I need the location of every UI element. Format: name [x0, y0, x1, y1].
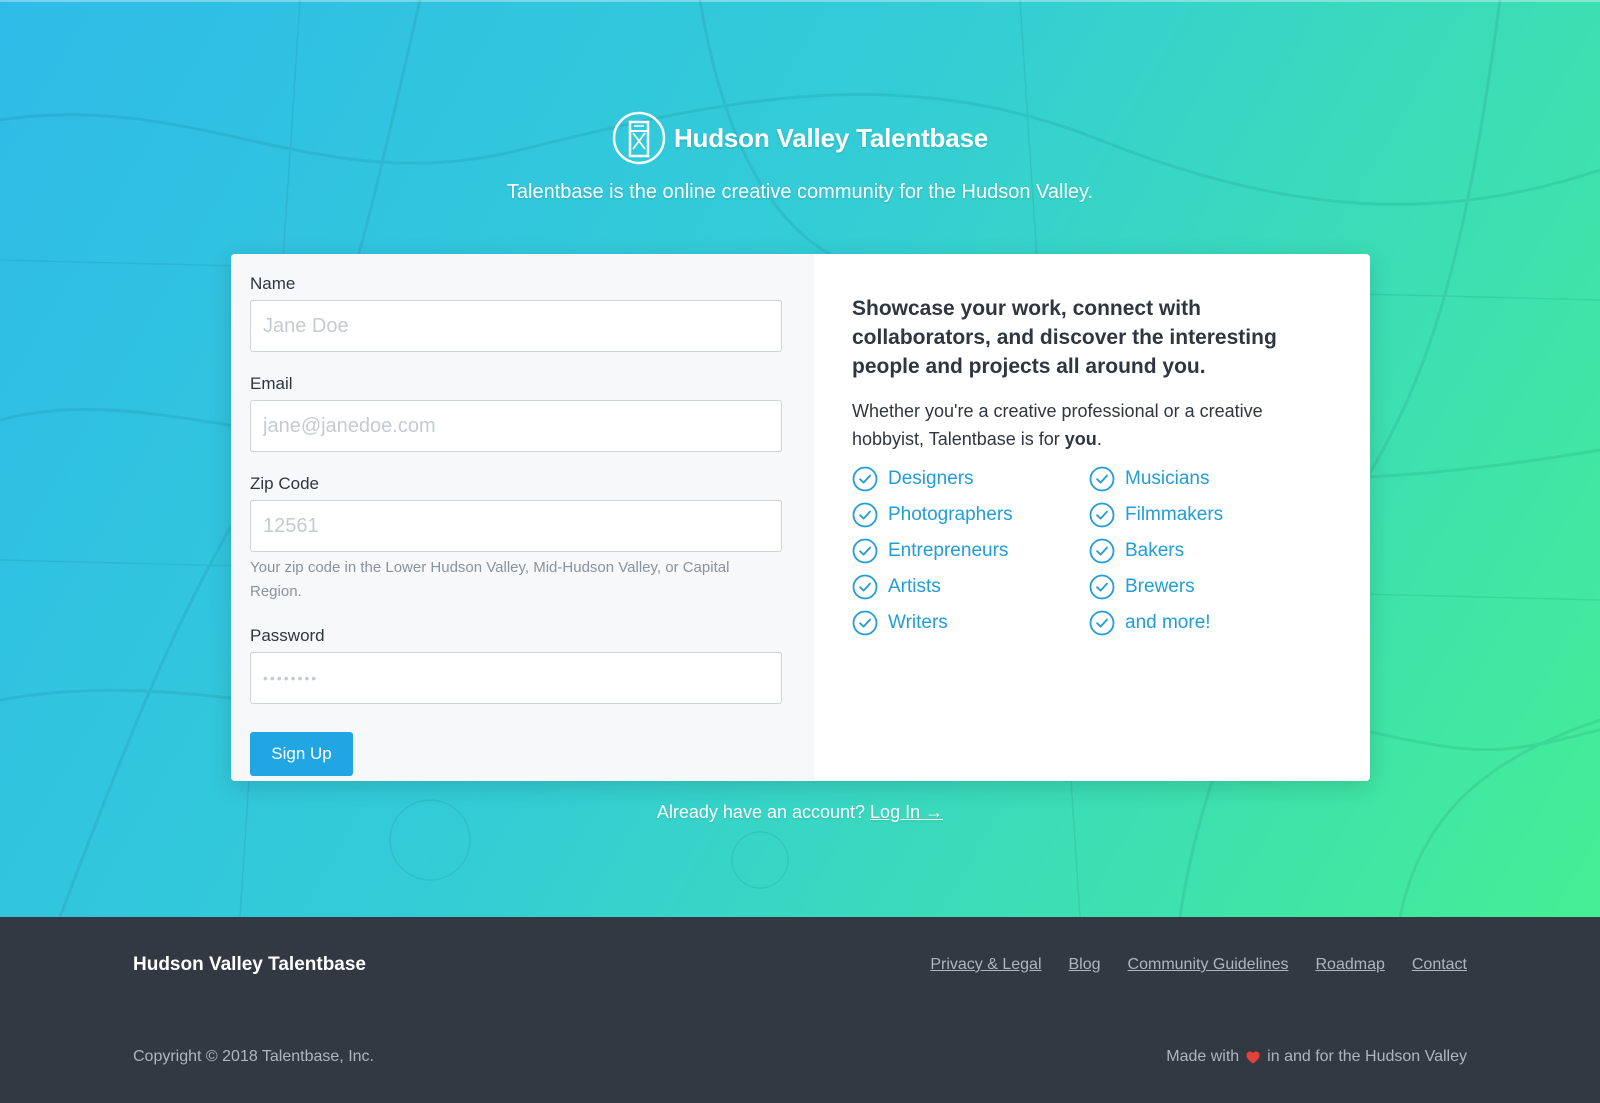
list-item-label: Writers — [888, 612, 948, 633]
list-item-label: and more! — [1125, 612, 1211, 633]
footer-link-privacy[interactable]: Privacy & Legal — [930, 956, 1041, 974]
list-item-label: Designers — [888, 468, 974, 489]
zip-input[interactable] — [250, 500, 782, 552]
check-circle-icon — [852, 502, 878, 528]
check-circle-icon — [852, 610, 878, 636]
login-prompt-text: Already have an account? — [656, 802, 871, 822]
check-circle-icon — [852, 538, 878, 564]
brand-name: Hudson Valley Talentbase — [673, 122, 989, 153]
sign-up-button[interactable]: Sign Up — [250, 732, 353, 776]
footer-link-blog[interactable]: Blog — [1069, 956, 1101, 974]
creative-types-list: Designers Musicians Photographers Filmma… — [852, 466, 1332, 636]
footer-brand: Hudson Valley Talentbase — [133, 954, 367, 975]
made-with-suffix: in and for the Hudson Valley — [1267, 1048, 1467, 1065]
name-input[interactable] — [250, 300, 782, 352]
info-heading: Showcase your work, connect with collabo… — [852, 297, 1277, 378]
heart-icon — [1246, 1051, 1260, 1063]
footer: Hudson Valley Talentbase Privacy & Legal… — [0, 917, 1600, 1103]
zip-help-text: Your zip code in the Lower Hudson Valley… — [250, 559, 730, 600]
list-item: and more! — [1089, 610, 1326, 636]
footer-link-roadmap[interactable]: Roadmap — [1315, 956, 1384, 974]
list-item-label: Bakers — [1125, 540, 1185, 561]
list-item: Filmmakers — [1089, 502, 1326, 528]
list-item-label: Artists — [888, 576, 941, 597]
zip-field-group: Zip Code Your zip code in the Lower Huds… — [250, 474, 795, 604]
list-item: Bakers — [1089, 538, 1326, 564]
list-item: Entrepreneurs — [852, 538, 1089, 564]
info-text-emphasis: you — [1064, 429, 1097, 449]
email-field-group: Email — [250, 374, 795, 452]
info-text-end: . — [1096, 429, 1102, 449]
list-item: Musicians — [1089, 466, 1326, 492]
list-item: Writers — [852, 610, 1089, 636]
footer-link-contact[interactable]: Contact — [1412, 956, 1467, 974]
email-label: Email — [250, 374, 293, 393]
list-item-label: Brewers — [1125, 576, 1195, 597]
info-text-main: Whether you're a creative professional o… — [852, 401, 1263, 449]
login-prompt: Already have an account? Log In → — [0, 802, 1600, 823]
list-item-label: Photographers — [888, 504, 1013, 525]
check-circle-icon — [1089, 610, 1115, 636]
brand-header: Hudson Valley Talentbase — [0, 111, 1600, 165]
list-item-label: Entrepreneurs — [888, 540, 1009, 561]
signup-form: Name Email Zip Code Your zip code in the… — [231, 254, 814, 781]
check-circle-icon — [1089, 502, 1115, 528]
list-item: Brewers — [1089, 574, 1326, 600]
footer-nav: Privacy & Legal Blog Community Guideline… — [930, 956, 1467, 974]
copyright-text: Copyright © 2018 Talentbase, Inc. — [133, 1048, 374, 1065]
list-item: Photographers — [852, 502, 1089, 528]
email-input[interactable] — [250, 400, 782, 452]
password-input[interactable] — [250, 652, 782, 704]
made-with-text: Made with in and for the Hudson Valley — [1166, 1048, 1467, 1066]
password-label: Password — [250, 626, 325, 645]
check-circle-icon — [852, 574, 878, 600]
check-circle-icon — [1089, 574, 1115, 600]
log-in-link[interactable]: Log In → — [870, 802, 943, 822]
list-item: Artists — [852, 574, 1089, 600]
name-field-group: Name — [250, 274, 795, 352]
password-field-group: Password — [250, 626, 795, 704]
tagline: Talentbase is the online creative commun… — [506, 181, 1094, 203]
list-item-label: Musicians — [1125, 468, 1210, 489]
check-circle-icon — [1089, 466, 1115, 492]
footer-link-community-guidelines[interactable]: Community Guidelines — [1128, 956, 1289, 974]
hero-section: Hudson Valley Talentbase Talentbase is t… — [0, 0, 1600, 917]
info-text: Whether you're a creative professional o… — [852, 397, 1332, 453]
made-with-prefix: Made with — [1166, 1048, 1240, 1065]
check-circle-icon — [852, 466, 878, 492]
info-panel: Showcase your work, connect with collabo… — [814, 254, 1370, 781]
signup-card: Name Email Zip Code Your zip code in the… — [231, 254, 1370, 781]
list-item-label: Filmmakers — [1125, 504, 1224, 525]
bridge-logo-icon — [612, 111, 666, 165]
check-circle-icon — [1089, 538, 1115, 564]
name-label: Name — [250, 274, 296, 293]
zip-label: Zip Code — [250, 474, 319, 493]
list-item: Designers — [852, 466, 1089, 492]
